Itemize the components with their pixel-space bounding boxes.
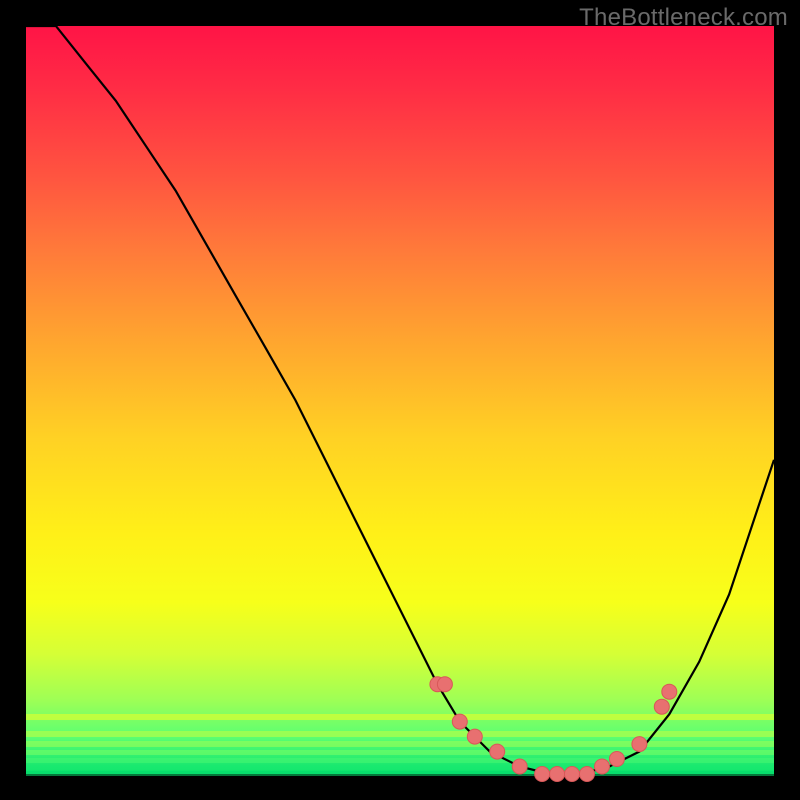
data-marker (512, 759, 527, 774)
data-marker (565, 767, 580, 782)
chart-svg (26, 26, 774, 774)
data-marker (550, 767, 565, 782)
data-marker (490, 744, 505, 759)
data-marker (595, 759, 610, 774)
outer-frame: TheBottleneck.com (0, 0, 800, 800)
data-marker (452, 714, 467, 729)
data-marker (467, 729, 482, 744)
data-marker (662, 684, 677, 699)
data-marker (609, 752, 624, 767)
plot-area (26, 26, 774, 774)
data-marker (580, 767, 595, 782)
watermark-text: TheBottleneck.com (579, 4, 788, 32)
bottleneck-curve (26, 26, 774, 774)
data-marker (654, 699, 669, 714)
data-marker (437, 677, 452, 692)
data-marker (632, 737, 647, 752)
data-marker (535, 767, 550, 782)
